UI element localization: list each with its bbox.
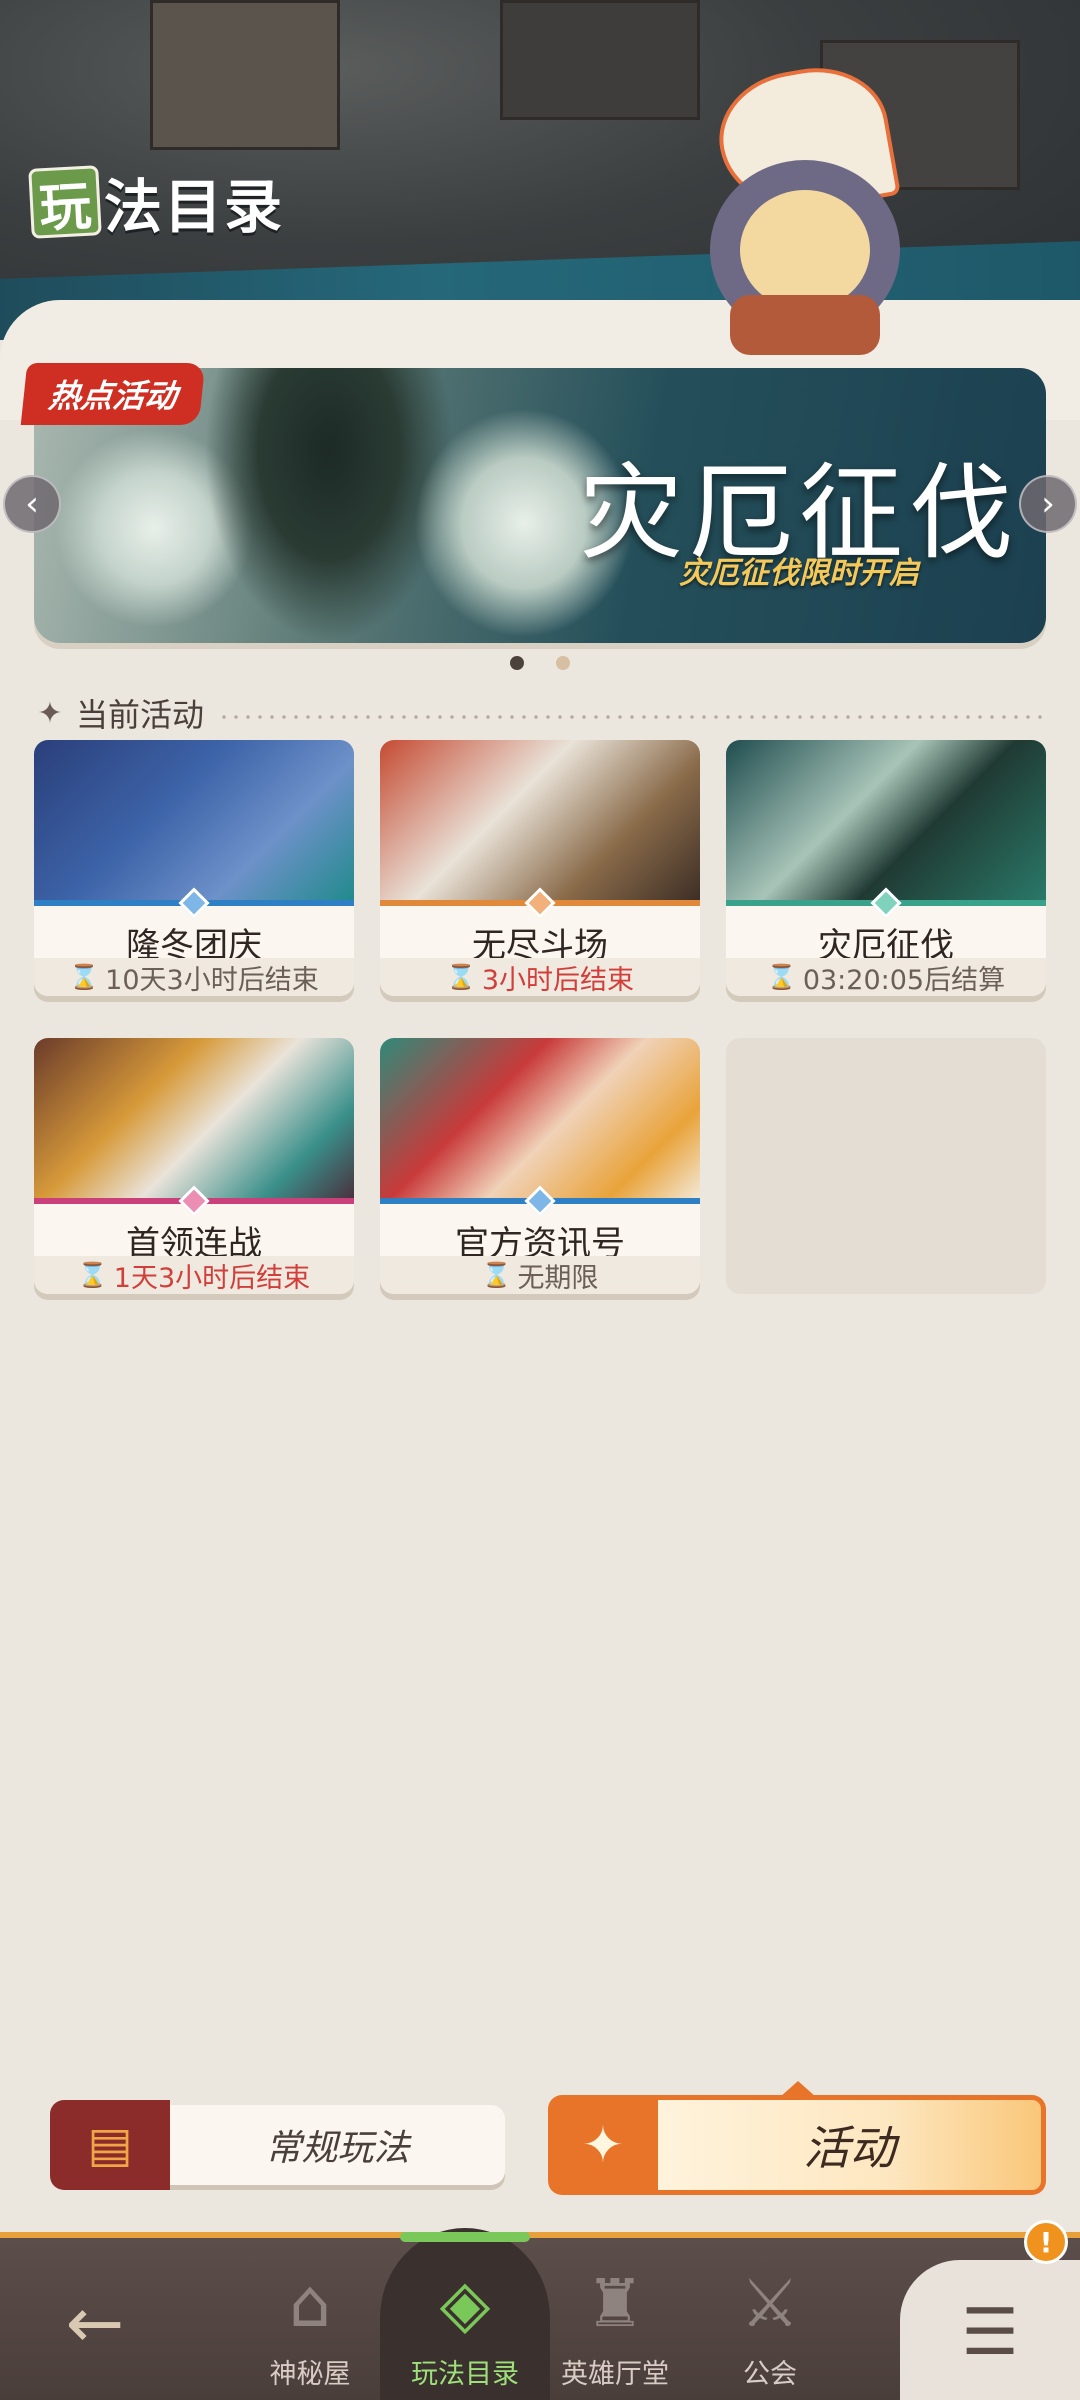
activity-mode-label: 活动 [658, 2095, 1046, 2195]
nav-active-indicator [400, 2232, 530, 2242]
page-title: 玩 法目录 [28, 160, 285, 244]
event-card-timer-text: 10天3小时后结束 [105, 964, 319, 996]
menu-button[interactable]: ☰ [900, 2260, 1080, 2400]
event-card[interactable]: 首领连战 ⌛ 1天3小时后结束 [34, 1038, 354, 1294]
section-title: 当前活动 [76, 696, 205, 734]
event-card-timer: ⌛ 03:20:05后结算 [726, 958, 1046, 996]
section-divider [218, 715, 1050, 719]
event-card-timer-text: 3小时后结束 [481, 964, 635, 996]
section-emblem-icon: ✦ [37, 695, 63, 731]
event-card-art [726, 740, 1046, 906]
event-card-timer: ⌛ 3小时后结束 [380, 958, 700, 996]
mascot-scarf [730, 295, 880, 355]
event-card[interactable]: 官方资讯号 ⌛ 无期限 [380, 1038, 700, 1294]
event-card-art [380, 1038, 700, 1204]
background-house [500, 0, 700, 120]
back-button[interactable]: ← [50, 2282, 140, 2364]
chevron-left-icon: ‹ [25, 484, 39, 524]
helmet-icon: ♜ [585, 2264, 645, 2342]
event-card-timer: ⌛ 10天3小时后结束 [34, 958, 354, 996]
event-card-art [34, 740, 354, 906]
hourglass-icon: ⌛ [481, 1261, 512, 1289]
bottom-navigation: ← ⌂ 神秘屋 ◈ 玩法目录 ♜ 英雄厅堂 ⚔ 公会 ☰ [0, 2228, 1080, 2400]
mascot-face [740, 190, 870, 310]
hourglass-icon: ⌛ [69, 963, 100, 991]
hourglass-icon: ⌛ [766, 963, 797, 991]
current-events-header: ✦ 当前活动 [30, 690, 1050, 736]
alert-badge: ! [1024, 2220, 1068, 2264]
hourglass-icon: ⌛ [445, 963, 476, 991]
hot-event-tag: 热点活动 [20, 363, 206, 425]
regular-mode-button[interactable]: ▤ 常规玩法 [50, 2100, 505, 2190]
event-card-timer-text: 03:20:05后结算 [802, 964, 1006, 996]
house-icon: ⌂ [289, 2264, 331, 2342]
scroll-icon: ▤ [50, 2100, 170, 2190]
event-card-timer-text: 1天3小时后结束 [113, 1262, 311, 1294]
nav-item-label: 公会 [743, 2359, 797, 2390]
nav-item-play-catalog[interactable]: ◈ 玩法目录 [400, 2258, 530, 2398]
pagination-dot[interactable] [510, 656, 524, 670]
selected-pointer [780, 2081, 816, 2097]
event-card-art [34, 1038, 354, 1204]
event-card-timer: ⌛ 无期限 [380, 1256, 700, 1294]
nav-item-mystery-house[interactable]: ⌂ 神秘屋 [245, 2258, 375, 2398]
banner-subtitle: 灾厄征伐限时开启 [679, 556, 919, 591]
mascot-illustration [690, 56, 920, 370]
nav-item-label: 神秘屋 [269, 2359, 351, 2390]
empty-card-slot [726, 1038, 1046, 1294]
regular-mode-label: 常规玩法 [170, 2105, 505, 2185]
activity-mode-button[interactable]: ✦ 活动 [548, 2081, 1046, 2195]
menu-list-icon: ☰ [961, 2296, 1019, 2370]
chevron-right-icon: › [1041, 484, 1055, 524]
event-card[interactable]: 无尽斗场 ⌛ 3小时后结束 [380, 740, 700, 996]
event-card-timer-text: 无期限 [517, 1262, 599, 1294]
star-badge-icon: ✦ [548, 2095, 658, 2195]
nav-item-hero-hall[interactable]: ♜ 英雄厅堂 [550, 2258, 680, 2398]
pagination-dot[interactable] [556, 656, 570, 670]
event-card-art [380, 740, 700, 906]
crossed-swords-icon: ⚔ [740, 2264, 800, 2342]
banner-next-button[interactable]: › [1019, 475, 1077, 533]
event-card[interactable]: 隆冬团庆 ⌛ 10天3小时后结束 [34, 740, 354, 996]
nav-item-guild[interactable]: ⚔ 公会 [705, 2258, 835, 2398]
hourglass-icon: ⌛ [77, 1261, 108, 1289]
nav-item-label: 英雄厅堂 [561, 2359, 669, 2390]
event-card-timer: ⌛ 1天3小时后结束 [34, 1256, 354, 1294]
diamond-grid-icon: ◈ [439, 2264, 491, 2342]
page-title-text: 法目录 [104, 173, 285, 241]
nav-item-label: 玩法目录 [411, 2359, 519, 2390]
banner-prev-button[interactable]: ‹ [3, 475, 61, 533]
event-card[interactable]: 灾厄征伐 ⌛ 03:20:05后结算 [726, 740, 1046, 996]
banner-pagination [0, 656, 1080, 670]
background-house [150, 0, 340, 150]
page-title-badge: 玩 [28, 165, 102, 239]
arrow-left-icon: ← [65, 2282, 125, 2364]
